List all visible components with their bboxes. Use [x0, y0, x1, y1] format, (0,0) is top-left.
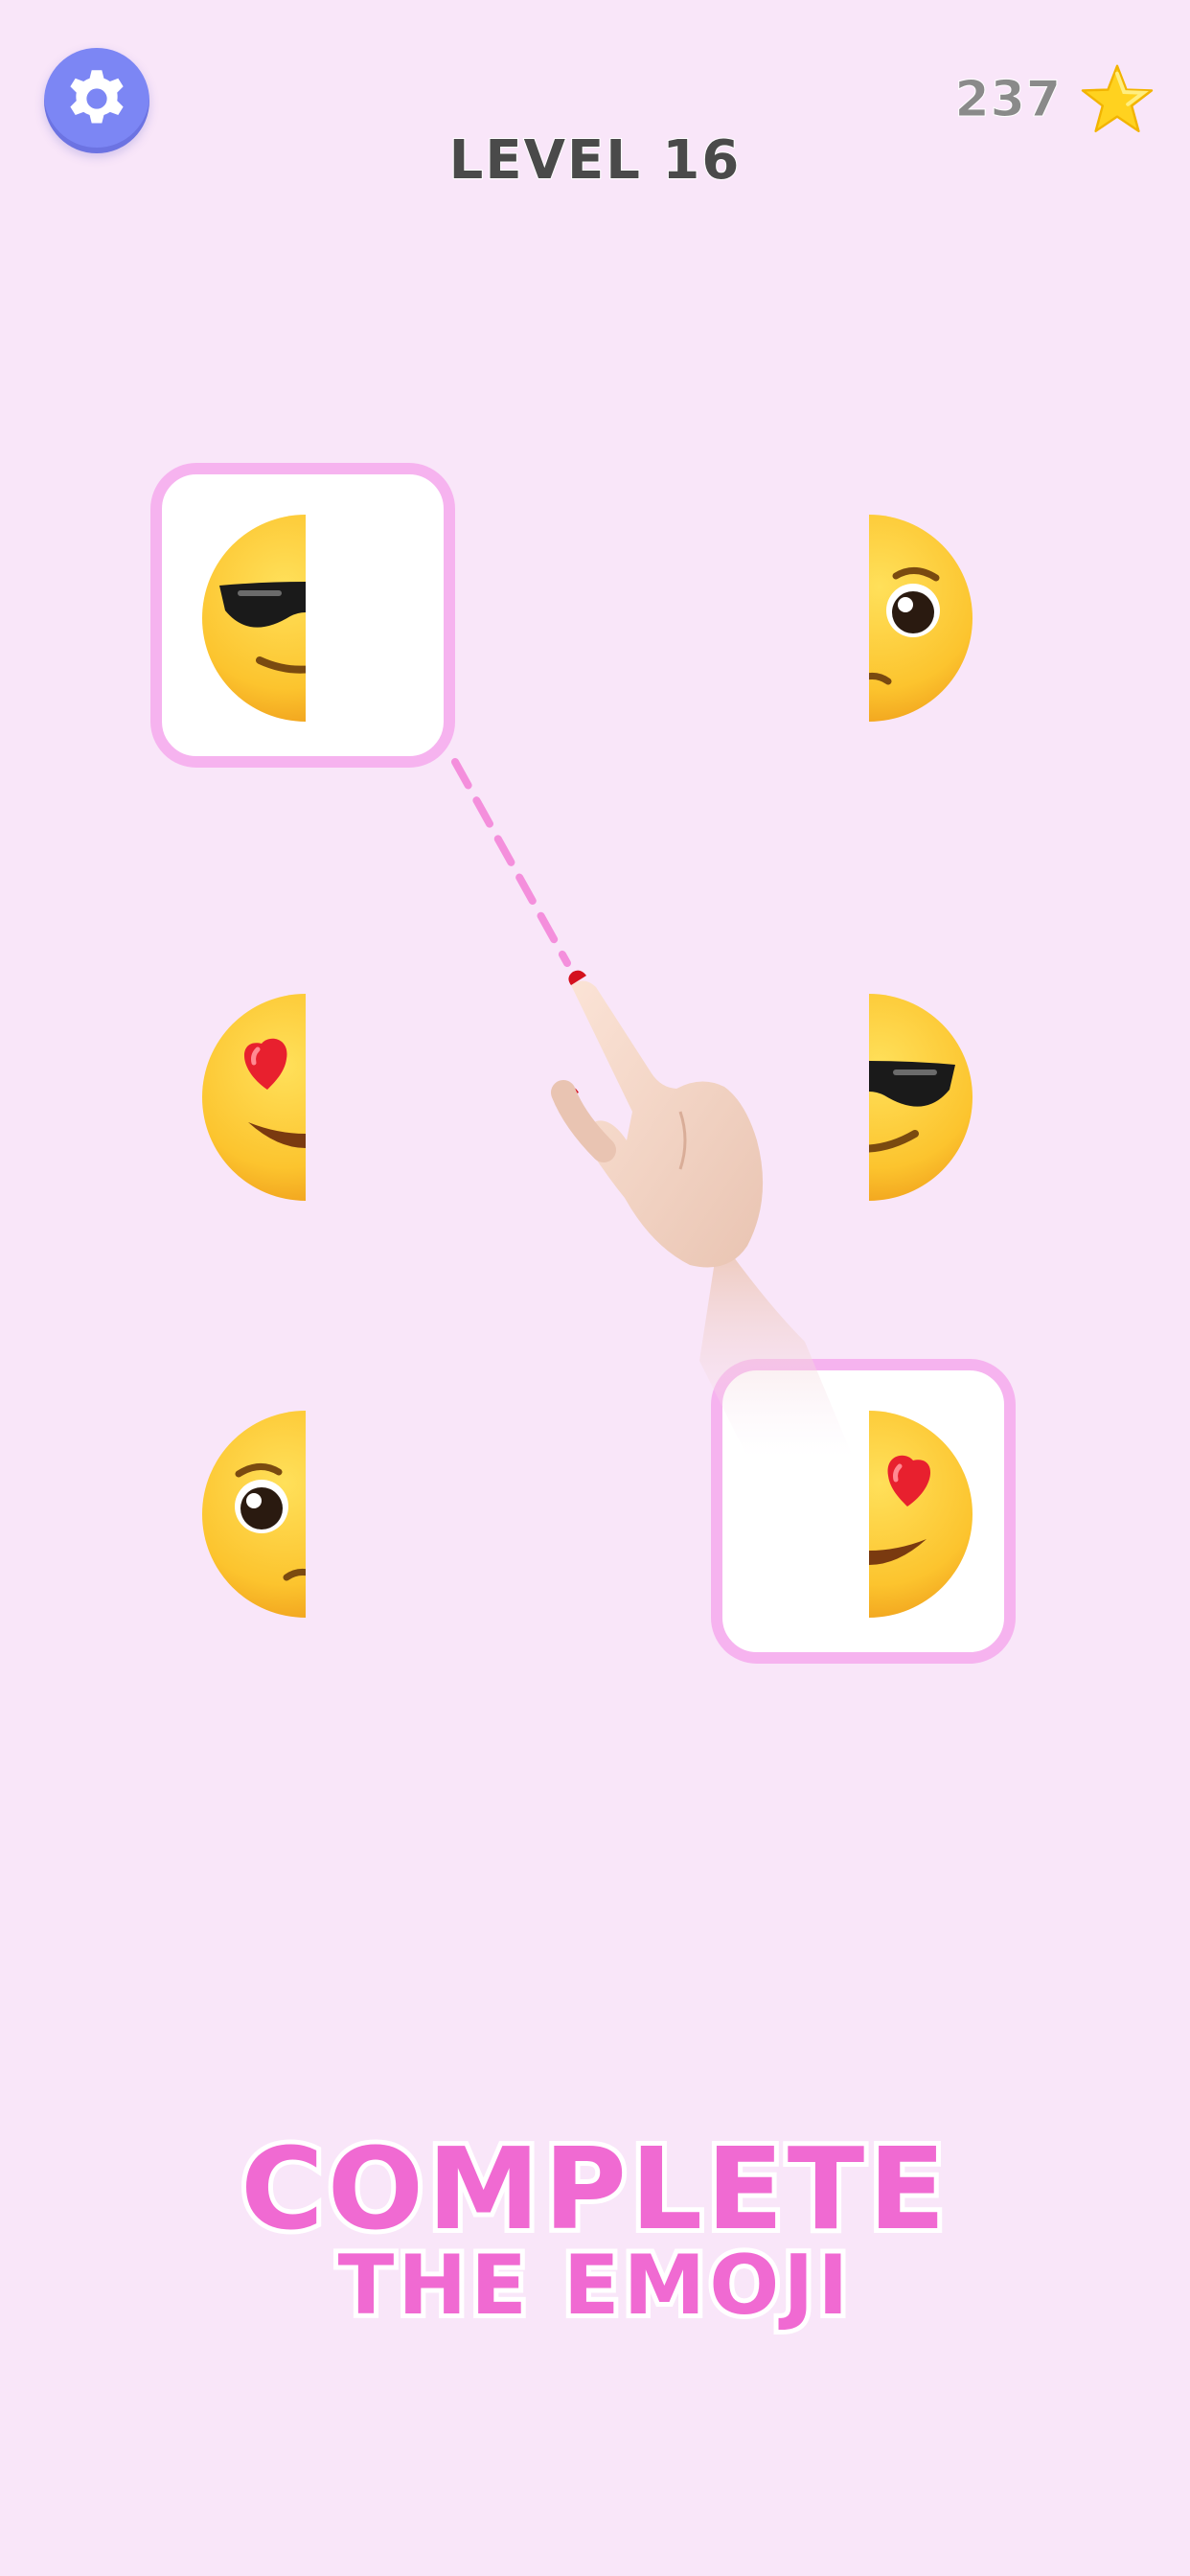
emoji-half-heart-eyes-left[interactable] [198, 990, 306, 1205]
heart-eyes-emoji-icon [202, 994, 306, 1201]
star-icon [1079, 61, 1156, 138]
emoji-half-heart-eyes-right[interactable] [869, 1407, 976, 1622]
score-value: 237 [954, 71, 1062, 129]
pleading-emoji-icon [202, 1411, 306, 1618]
gear-icon [64, 66, 129, 135]
heart-eyes-emoji-icon [869, 1411, 973, 1618]
sunglasses-emoji-icon [202, 515, 306, 722]
level-title: LEVEL 16 [448, 128, 742, 193]
hand-pointer-icon [537, 958, 853, 1457]
emoji-half-pleading-left[interactable] [198, 1407, 306, 1622]
emoji-half-sunglasses-right[interactable] [869, 990, 976, 1205]
emoji-half-pleading-right[interactable] [869, 511, 976, 725]
headline-complete: COMPLETE [236, 2118, 950, 2260]
headline-the-emoji: THE EMOJI [333, 2233, 854, 2338]
emoji-half-sunglasses-left[interactable] [198, 511, 306, 725]
pleading-emoji-icon [869, 515, 973, 722]
score-display: 237 [954, 59, 1156, 140]
sunglasses-emoji-icon [869, 994, 973, 1201]
